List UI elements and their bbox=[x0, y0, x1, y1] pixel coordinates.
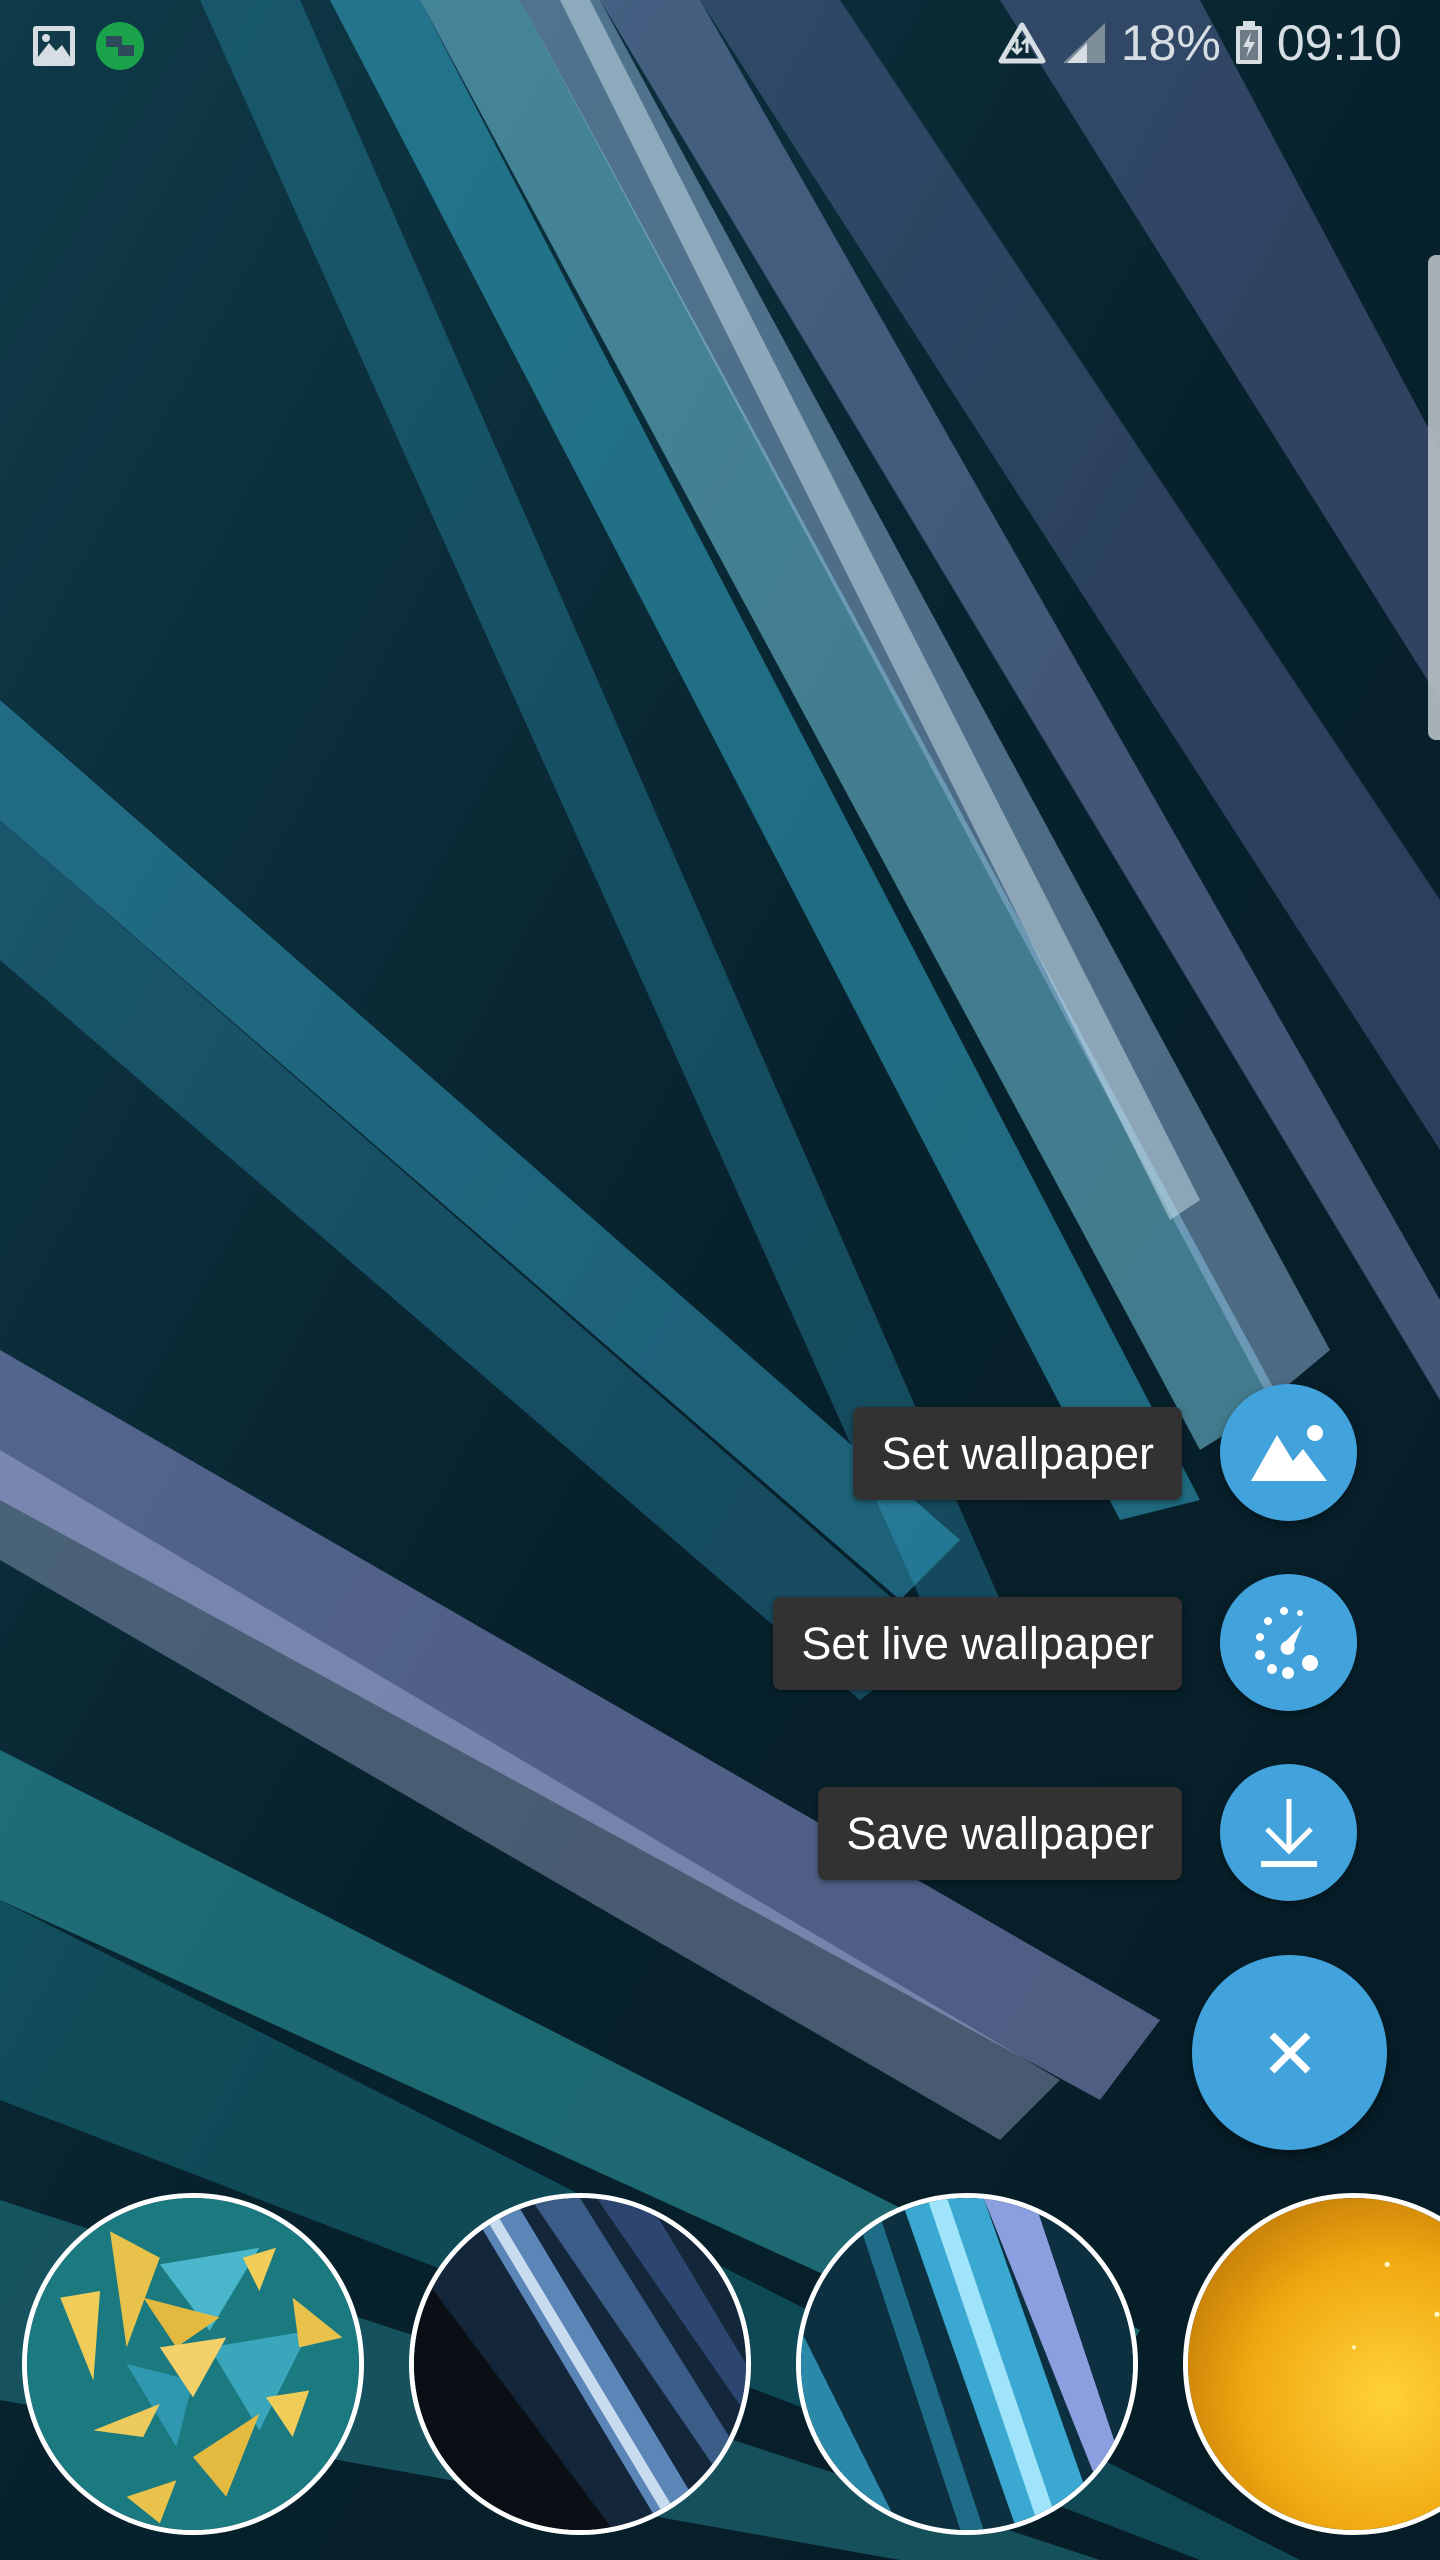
wallpaper-thumbnail[interactable] bbox=[22, 2193, 364, 2535]
gallery-notification-icon bbox=[33, 26, 75, 66]
notification-icons bbox=[32, 22, 144, 70]
edge-panel-handle[interactable] bbox=[1428, 255, 1440, 740]
set-wallpaper-button[interactable] bbox=[1220, 1384, 1357, 1521]
data-saver-icon bbox=[998, 22, 1046, 64]
messaging-app-notification-icon bbox=[96, 22, 144, 70]
set-live-wallpaper-label[interactable]: Set live wallpaper bbox=[773, 1597, 1182, 1690]
landscape-image-icon bbox=[1250, 1424, 1327, 1481]
download-icon bbox=[1260, 1798, 1317, 1867]
set-live-wallpaper-button[interactable] bbox=[1220, 1574, 1357, 1711]
clock: 09:10 bbox=[1276, 15, 1402, 71]
battery-percent: 18% bbox=[1120, 15, 1221, 71]
save-wallpaper-label[interactable]: Save wallpaper bbox=[818, 1787, 1182, 1880]
wallpaper-preview bbox=[0, 0, 1440, 2560]
gold-teal-shards-thumbnail-image bbox=[27, 2198, 359, 2530]
system-status: 18% 09:10 bbox=[997, 14, 1402, 72]
signal-strength-icon bbox=[1062, 23, 1105, 63]
dark-blue-streaks-thumbnail-image bbox=[414, 2198, 746, 2530]
close-speed-dial-button[interactable] bbox=[1192, 1955, 1387, 2150]
wallpaper-streaks bbox=[0, 0, 1440, 2560]
close-icon bbox=[1269, 2032, 1310, 2073]
set-wallpaper-label[interactable]: Set wallpaper bbox=[853, 1407, 1182, 1500]
wallpaper-thumbnail[interactable] bbox=[409, 2193, 751, 2535]
save-wallpaper-button[interactable] bbox=[1220, 1764, 1357, 1901]
status-bar: 18% 09:10 bbox=[0, 0, 1440, 88]
cyan-light-streaks-thumbnail-image bbox=[801, 2198, 1133, 2530]
battery-charging-icon bbox=[1235, 21, 1262, 64]
live-wallpaper-dial-icon bbox=[1254, 1606, 1318, 1679]
wallpaper-thumbnail[interactable] bbox=[796, 2193, 1138, 2535]
